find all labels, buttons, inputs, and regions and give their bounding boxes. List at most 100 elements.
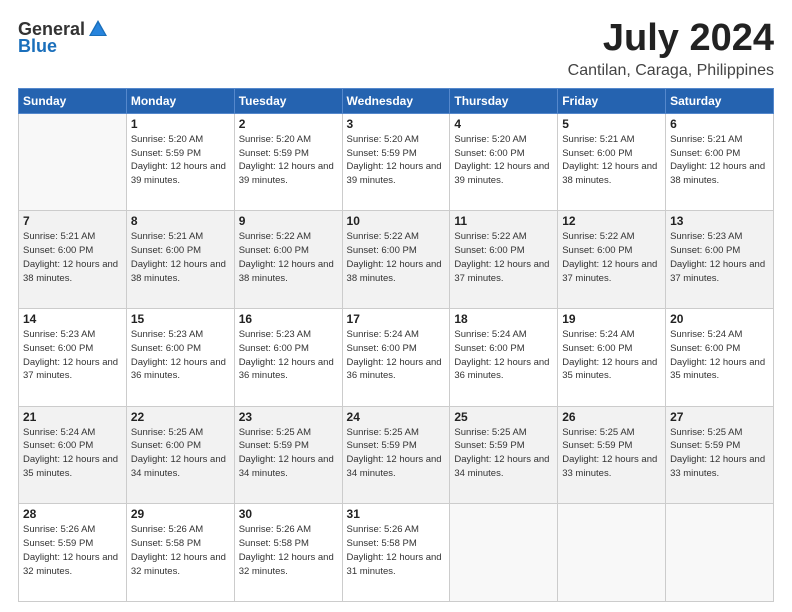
daylight-text: Daylight: 12 hours and 39 minutes. xyxy=(131,161,226,186)
day-number: 14 xyxy=(23,312,122,326)
sunrise-text: Sunrise: 5:26 AM xyxy=(23,524,95,535)
day-info: Sunrise: 5:25 AMSunset: 6:00 PMDaylight:… xyxy=(131,426,230,481)
day-info: Sunrise: 5:20 AMSunset: 5:59 PMDaylight:… xyxy=(347,133,446,188)
sunset-text: Sunset: 6:00 PM xyxy=(131,440,201,451)
day-info: Sunrise: 5:23 AMSunset: 6:00 PMDaylight:… xyxy=(131,328,230,383)
table-row: 27Sunrise: 5:25 AMSunset: 5:59 PMDayligh… xyxy=(666,406,774,504)
table-row: 3 Sunrise: 5:20 AMSunset: 5:59 PMDaylight… xyxy=(342,113,450,211)
day-number: 2 xyxy=(239,117,338,131)
sunset-text: Sunset: 6:00 PM xyxy=(23,440,93,451)
sunset-text: Sunset: 6:00 PM xyxy=(131,343,201,354)
table-row: 2Sunrise: 5:20 AMSunset: 5:59 PMDaylight… xyxy=(234,113,342,211)
daylight-text: Daylight: 12 hours and 36 minutes. xyxy=(239,357,334,382)
day-info: Sunrise: 5:25 AMSunset: 5:59 PMDaylight:… xyxy=(239,426,338,481)
table-row: 30Sunrise: 5:26 AMSunset: 5:58 PMDayligh… xyxy=(234,504,342,602)
table-row: 6Sunrise: 5:21 AMSunset: 6:00 PMDaylight… xyxy=(666,113,774,211)
day-number: 12 xyxy=(562,214,661,228)
sunrise-text: Sunrise: 5:20 AM xyxy=(454,134,526,145)
table-row: 15Sunrise: 5:23 AMSunset: 6:00 PMDayligh… xyxy=(126,309,234,407)
sunrise-text: Sunrise: 5:26 AM xyxy=(239,524,311,535)
table-row: 17Sunrise: 5:24 AMSunset: 6:00 PMDayligh… xyxy=(342,309,450,407)
sunrise-text: Sunrise: 5:21 AM xyxy=(562,134,634,145)
daylight-text: Daylight: 12 hours and 39 minutes. xyxy=(454,161,549,186)
day-number: 4 xyxy=(454,117,553,131)
sunset-text: Sunset: 6:00 PM xyxy=(23,245,93,256)
sunset-text: Sunset: 6:00 PM xyxy=(562,343,632,354)
day-number: 3 xyxy=(347,117,446,131)
logo-blue-text: Blue xyxy=(18,36,57,57)
day-info: Sunrise: 5:25 AMSunset: 5:59 PMDaylight:… xyxy=(454,426,553,481)
sunset-text: Sunset: 6:00 PM xyxy=(670,148,740,159)
daylight-text: Daylight: 12 hours and 34 minutes. xyxy=(131,454,226,479)
sunrise-text: Sunrise: 5:24 AM xyxy=(562,329,634,340)
sunrise-text: Sunrise: 5:25 AM xyxy=(347,427,419,438)
location-title: Cantilan, Caraga, Philippines xyxy=(568,62,774,80)
day-number: 29 xyxy=(131,507,230,521)
day-info: Sunrise: 5:23 AMSunset: 6:00 PMDaylight:… xyxy=(23,328,122,383)
sunrise-text: Sunrise: 5:23 AM xyxy=(670,231,742,242)
sunset-text: Sunset: 6:00 PM xyxy=(454,245,524,256)
table-row: 16Sunrise: 5:23 AMSunset: 6:00 PMDayligh… xyxy=(234,309,342,407)
day-number: 31 xyxy=(347,507,446,521)
day-number: 23 xyxy=(239,410,338,424)
daylight-text: Daylight: 12 hours and 39 minutes. xyxy=(239,161,334,186)
table-row: 14 Sunrise: 5:23 AMSunset: 6:00 PMDayligh… xyxy=(19,309,127,407)
table-row: 10Sunrise: 5:22 AMSunset: 6:00 PMDayligh… xyxy=(342,211,450,309)
day-info: Sunrise: 5:21 AMSunset: 6:00 PMDaylight:… xyxy=(670,133,769,188)
table-row: 20Sunrise: 5:24 AMSunset: 6:00 PMDayligh… xyxy=(666,309,774,407)
logo: General Blue xyxy=(18,18,109,57)
table-row: 22Sunrise: 5:25 AMSunset: 6:00 PMDayligh… xyxy=(126,406,234,504)
table-row: 13Sunrise: 5:23 AMSunset: 6:00 PMDayligh… xyxy=(666,211,774,309)
sunrise-text: Sunrise: 5:22 AM xyxy=(454,231,526,242)
daylight-text: Daylight: 12 hours and 37 minutes. xyxy=(23,357,118,382)
daylight-text: Daylight: 12 hours and 38 minutes. xyxy=(347,259,442,284)
daylight-text: Daylight: 12 hours and 37 minutes. xyxy=(562,259,657,284)
daylight-text: Daylight: 12 hours and 32 minutes. xyxy=(23,552,118,577)
table-row: 21Sunrise: 5:24 AMSunset: 6:00 PMDayligh… xyxy=(19,406,127,504)
daylight-text: Daylight: 12 hours and 35 minutes. xyxy=(562,357,657,382)
daylight-text: Daylight: 12 hours and 36 minutes. xyxy=(347,357,442,382)
daylight-text: Daylight: 12 hours and 38 minutes. xyxy=(131,259,226,284)
day-info: Sunrise: 5:20 AMSunset: 5:59 PMDaylight:… xyxy=(131,133,230,188)
daylight-text: Daylight: 12 hours and 35 minutes. xyxy=(670,357,765,382)
sunrise-text: Sunrise: 5:21 AM xyxy=(670,134,742,145)
month-title: July 2024 xyxy=(568,18,774,60)
day-info: Sunrise: 5:22 AM Sunset: 6:00 PM Daylight:… xyxy=(562,230,661,285)
sunset-text: Sunset: 6:00 PM xyxy=(239,245,309,256)
day-number: 19 xyxy=(562,312,661,326)
day-number: 16 xyxy=(239,312,338,326)
day-info: Sunrise: 5:23 AMSunset: 6:00 PMDaylight:… xyxy=(670,230,769,285)
day-number: 26 xyxy=(562,410,661,424)
table-row: 26Sunrise: 5:25 AMSunset: 5:59 PMDayligh… xyxy=(558,406,666,504)
sunset-text: Sunset: 5:58 PM xyxy=(239,538,309,549)
day-info: Sunrise: 5:24 AMSunset: 6:00 PMDaylight:… xyxy=(347,328,446,383)
col-sunday: Sunday xyxy=(19,88,127,113)
calendar-week-row: 28Sunrise: 5:26 AMSunset: 5:59 PMDayligh… xyxy=(19,504,774,602)
col-monday: Monday xyxy=(126,88,234,113)
col-wednesday: Wednesday xyxy=(342,88,450,113)
sunset-text: Sunset: 6:00 PM xyxy=(454,343,524,354)
daylight-text: Daylight: 12 hours and 37 minutes. xyxy=(670,259,765,284)
table-row: 18Sunrise: 5:24 AMSunset: 6:00 PMDayligh… xyxy=(450,309,558,407)
day-number: 6 xyxy=(670,117,769,131)
day-number: 27 xyxy=(670,410,769,424)
sunrise-text: Sunrise: 5:22 AM xyxy=(239,231,311,242)
day-number: 25 xyxy=(454,410,553,424)
daylight-text: Daylight: 12 hours and 39 minutes. xyxy=(347,161,442,186)
logo-icon xyxy=(87,18,109,40)
sunrise-text: Sunrise: 5:22 AM xyxy=(562,231,634,242)
sunrise-text: Sunrise: 5:24 AM xyxy=(23,427,95,438)
day-number: 30 xyxy=(239,507,338,521)
day-info: Sunrise: 5:21 AMSunset: 6:00 PMDaylight:… xyxy=(562,133,661,188)
daylight-text: Daylight: 12 hours and 38 minutes. xyxy=(239,259,334,284)
day-number: 21 xyxy=(23,410,122,424)
table-row: 11Sunrise: 5:22 AMSunset: 6:00 PMDayligh… xyxy=(450,211,558,309)
sunrise-text: Sunrise: 5:23 AM xyxy=(131,329,203,340)
day-number: 7 xyxy=(23,214,122,228)
sunset-text: Sunset: 5:59 PM xyxy=(239,148,309,159)
day-number: 1 xyxy=(131,117,230,131)
table-row: 4Sunrise: 5:20 AMSunset: 6:00 PMDaylight… xyxy=(450,113,558,211)
daylight-text: Daylight: 12 hours and 34 minutes. xyxy=(239,454,334,479)
table-row: 8Sunrise: 5:21 AMSunset: 6:00 PMDaylight… xyxy=(126,211,234,309)
sunset-text: Sunset: 6:00 PM xyxy=(562,245,632,256)
